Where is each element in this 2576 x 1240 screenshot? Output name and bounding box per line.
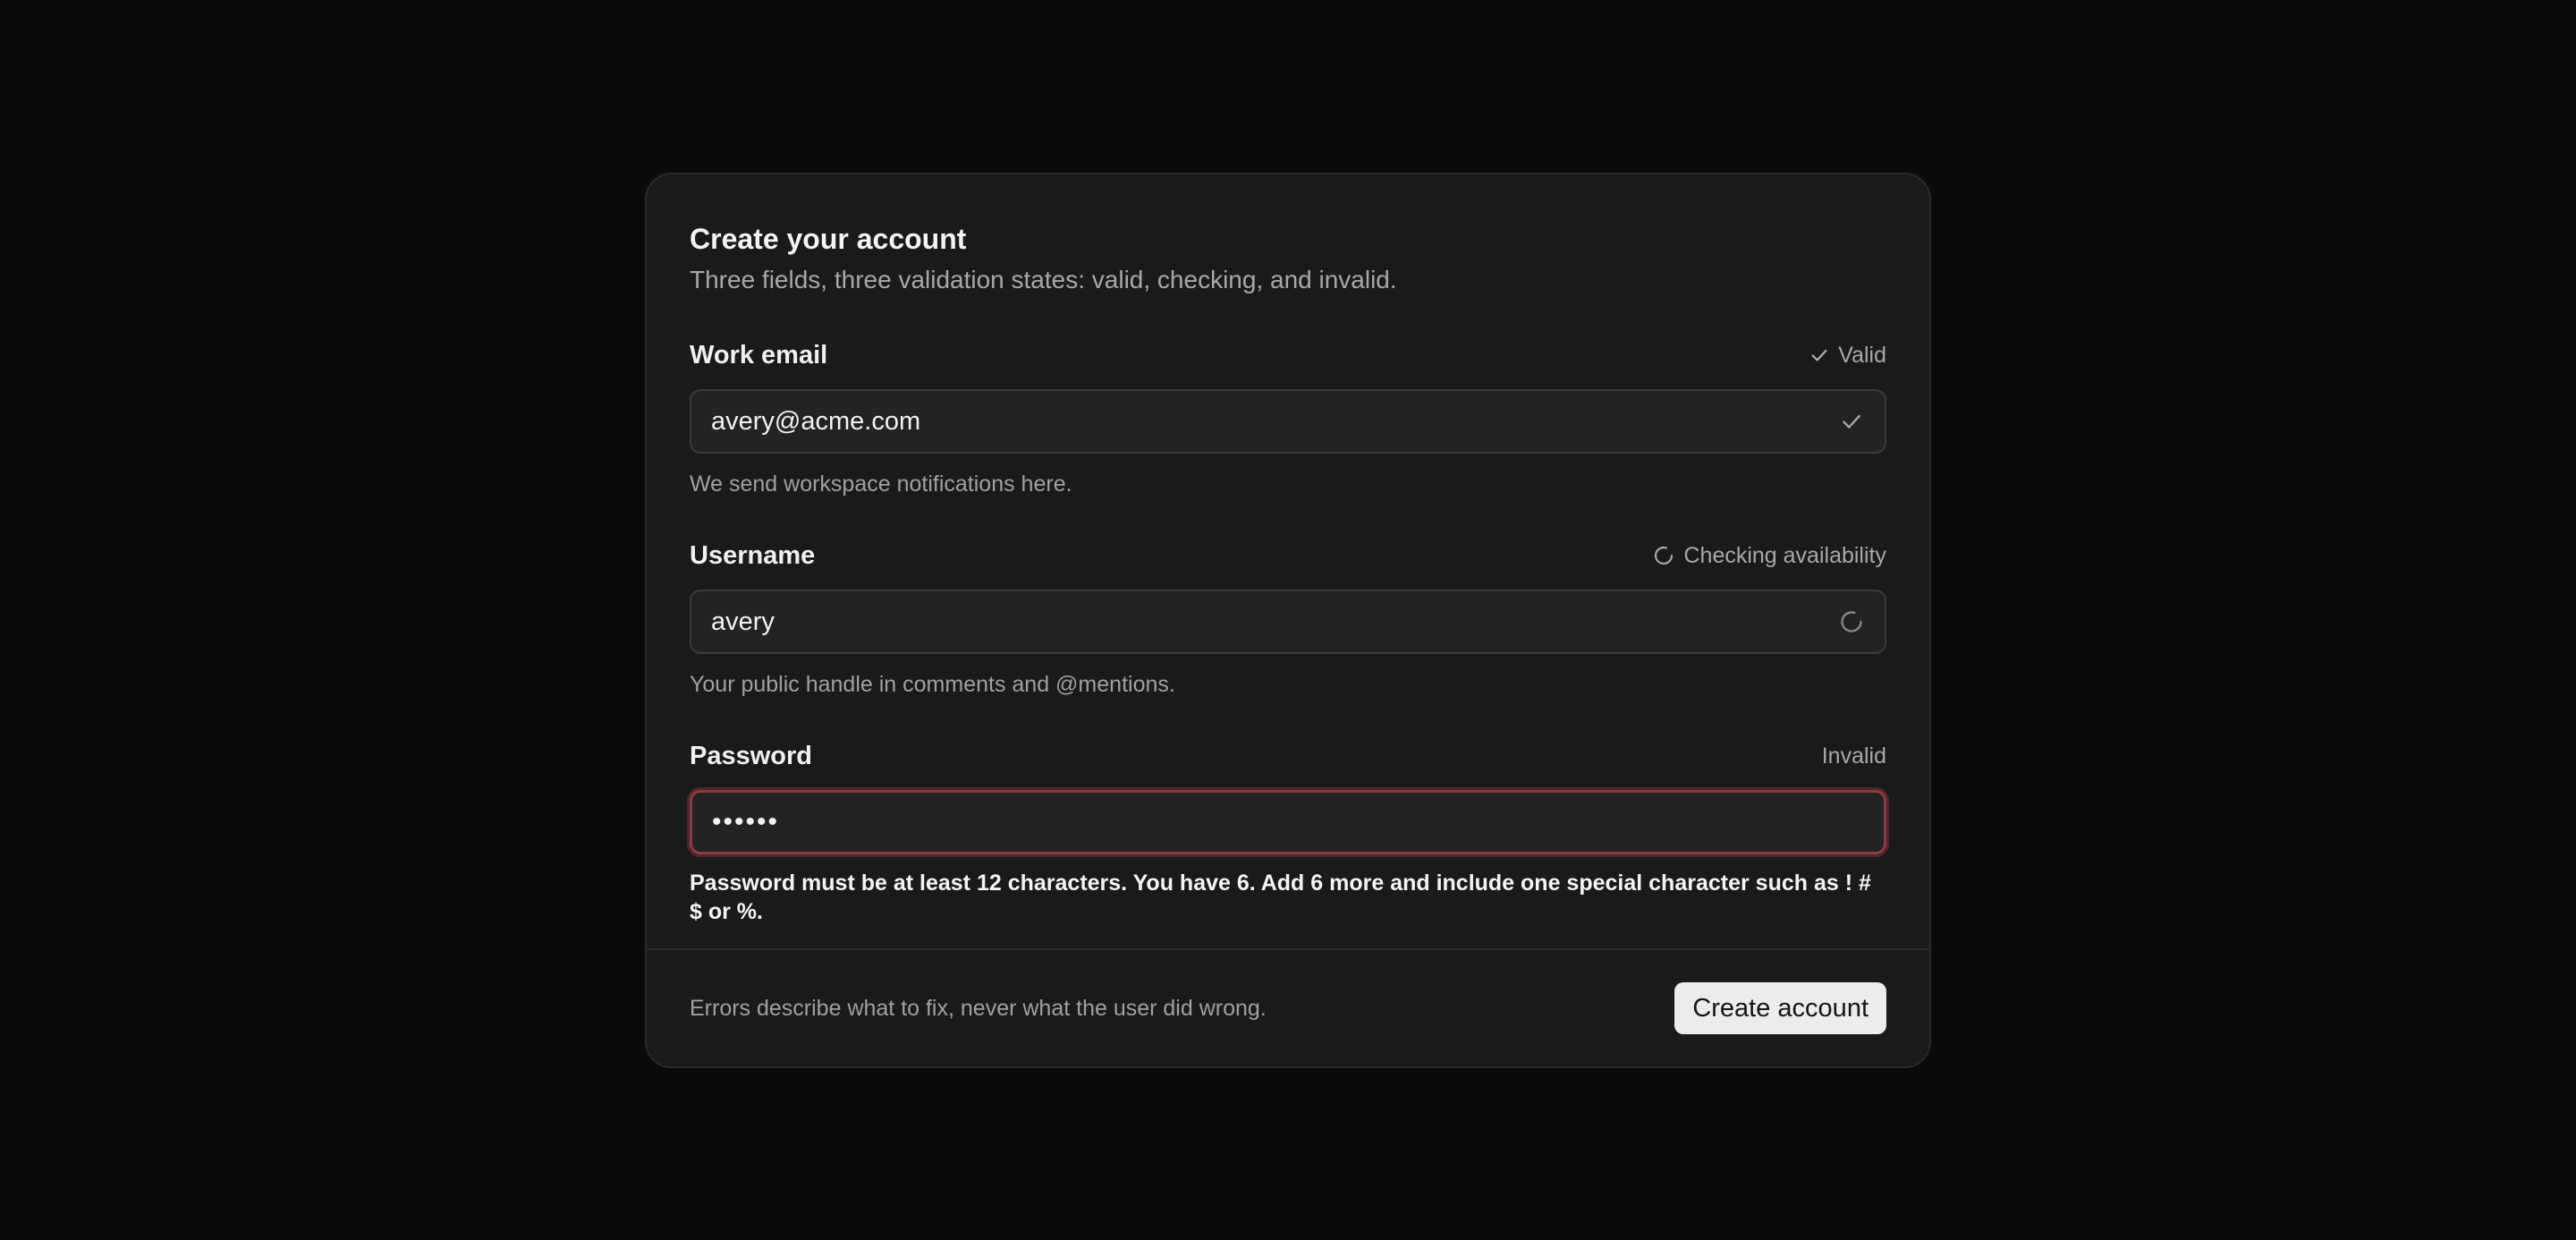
email-input[interactable] <box>711 406 1838 437</box>
spinner-icon <box>1838 608 1865 635</box>
password-label: Password <box>690 741 812 770</box>
password-status-text: Invalid <box>1821 743 1886 769</box>
email-field-header: Work email Valid <box>690 337 1886 373</box>
page-title: Create your account <box>690 223 967 255</box>
card-footer: Errors describe what to fix, never what … <box>647 948 1929 1066</box>
signup-card: Create your account Three fields, three … <box>645 173 1931 1068</box>
username-label: Username <box>690 540 816 570</box>
email-hint: We send workspace notifications here. <box>690 471 1072 497</box>
password-error-message: Password must be at least 12 characters.… <box>690 871 1871 924</box>
spinner-icon <box>1653 545 1674 566</box>
password-field-group: Password Invalid Password must be at lea… <box>690 738 1886 926</box>
email-label: Work email <box>690 340 828 369</box>
email-status: Valid <box>1809 343 1886 369</box>
create-account-button[interactable]: Create account <box>1674 982 1886 1034</box>
page-subtitle: Three fields, three validation states: v… <box>690 266 1397 293</box>
username-field-header: Username Checking availability <box>690 538 1886 573</box>
username-input-wrapper <box>690 590 1886 654</box>
password-input-wrapper <box>690 790 1886 854</box>
username-status: Checking availability <box>1653 543 1886 569</box>
username-field-group: Username Checking availability Your publ… <box>690 538 1886 699</box>
email-input-wrapper <box>690 389 1886 454</box>
password-input[interactable] <box>712 807 1864 837</box>
check-icon <box>1838 408 1865 435</box>
footer-note: Errors describe what to fix, never what … <box>690 995 1267 1021</box>
card-body: Create your account Three fields, three … <box>647 174 1929 926</box>
password-field-header: Password Invalid <box>690 738 1886 774</box>
check-icon <box>1809 345 1829 365</box>
email-field-group: Work email Valid We send workspace notif… <box>690 337 1886 498</box>
username-hint: Your public handle in comments and @ment… <box>690 672 1175 697</box>
username-input[interactable] <box>711 607 1838 637</box>
password-status: Invalid <box>1822 743 1886 769</box>
email-status-text: Valid <box>1838 342 1886 368</box>
username-status-text: Checking availability <box>1683 542 1886 568</box>
